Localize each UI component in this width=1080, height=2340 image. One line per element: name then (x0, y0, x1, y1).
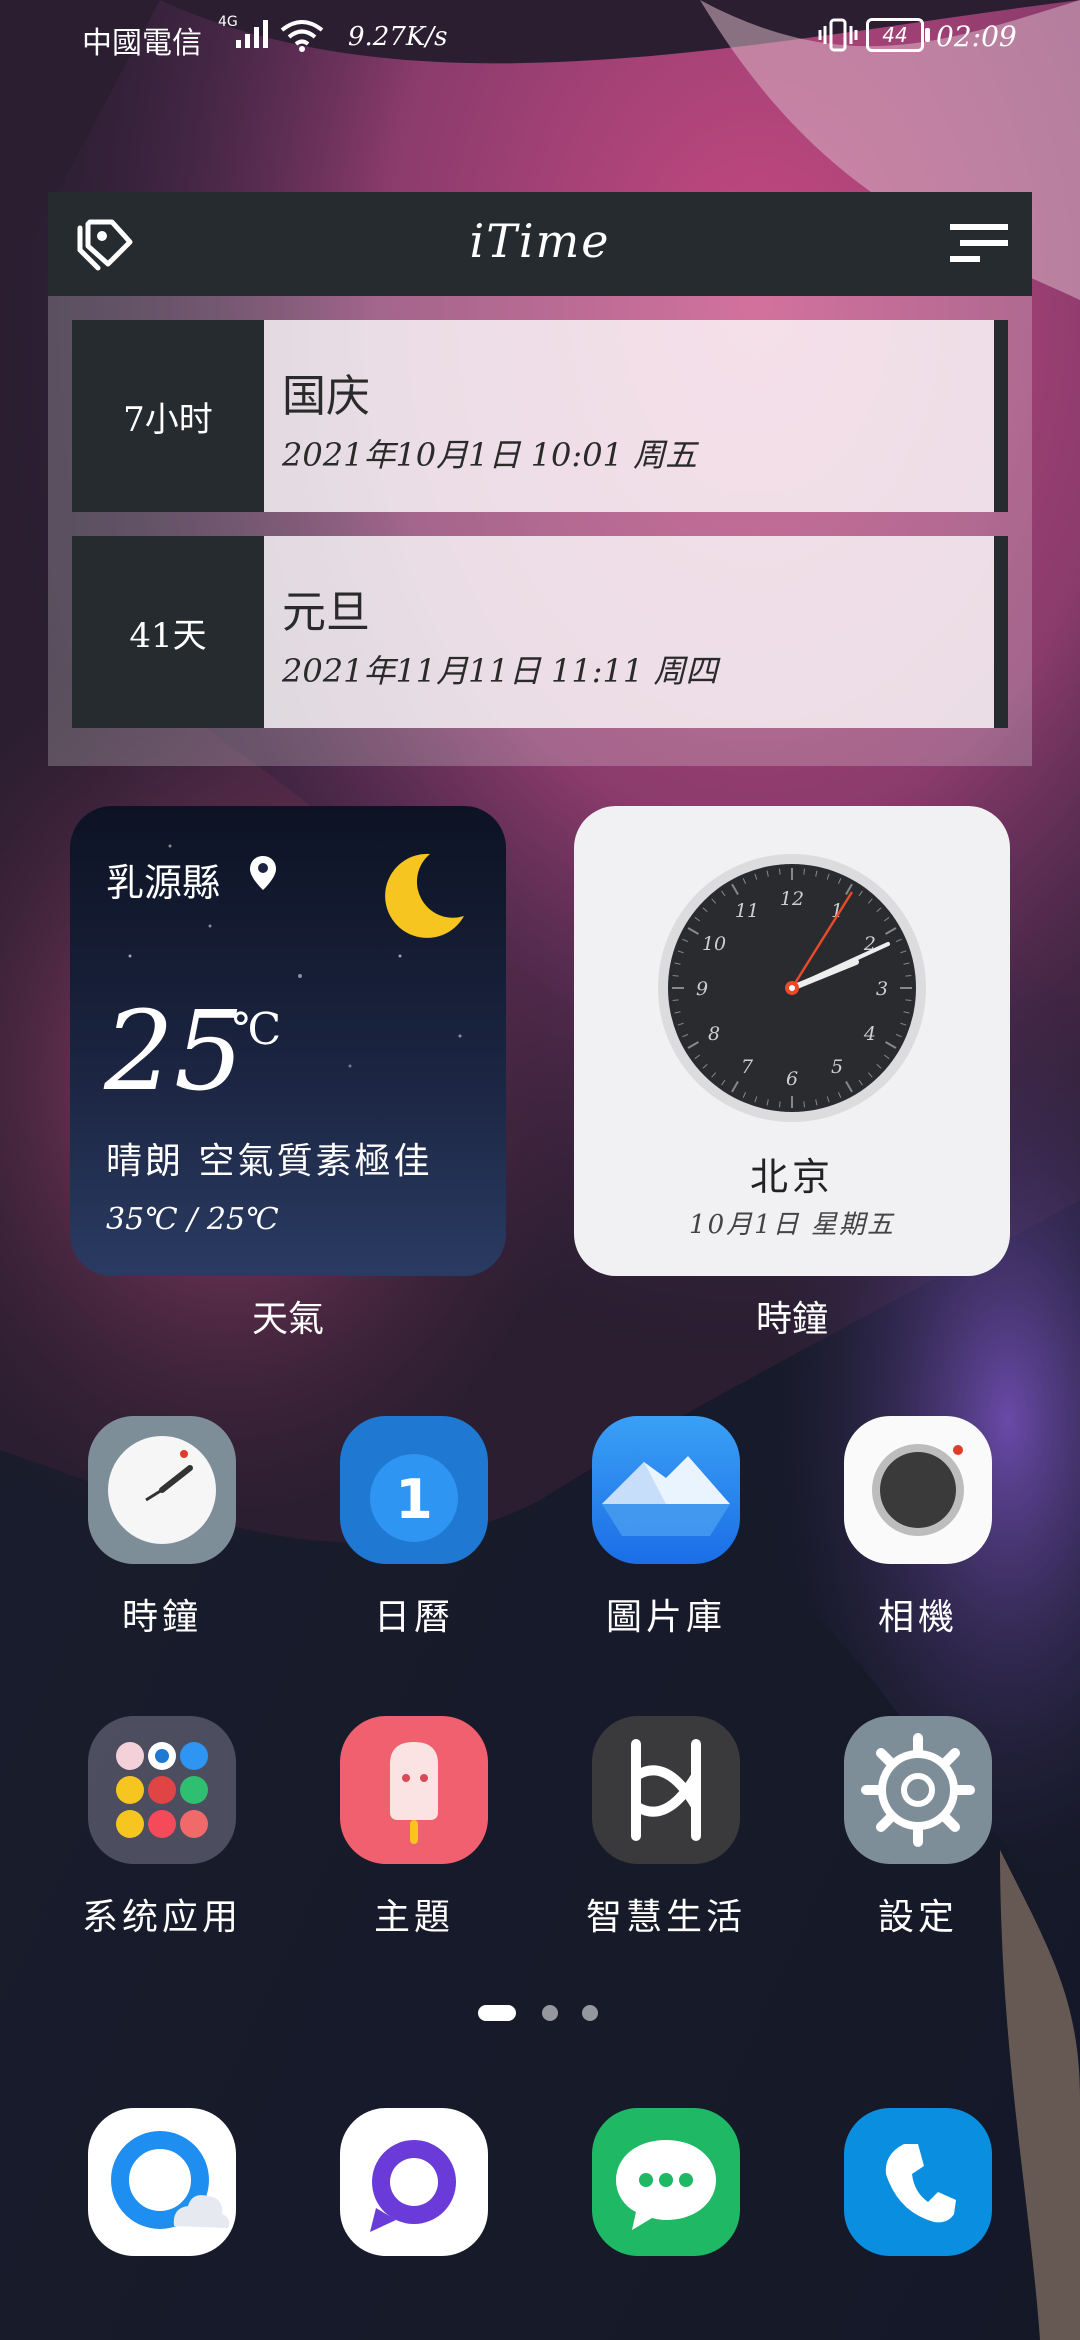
clock-date: 10月1日 星期五 (689, 1210, 895, 1240)
weather-widget[interactable]: 乳源縣 25 ℃ 晴朗 空氣質素極佳 35℃ / 25℃ (70, 806, 506, 1276)
clock-tick (803, 1101, 806, 1108)
app-settings[interactable]: 設定 (818, 1716, 1018, 1946)
sort-menu-icon[interactable] (950, 222, 1010, 266)
app-label: 設定 (877, 1897, 958, 1938)
weather-condition: 晴朗 空氣質素極佳 (106, 1141, 433, 1182)
page-dot[interactable] (542, 2005, 558, 2021)
battery-cap (925, 28, 930, 42)
event-date: 2021年10月1日 10:01 周五 (282, 436, 698, 474)
app-label: 系统应用 (81, 1897, 242, 1938)
weather-city: 乳源縣 (106, 861, 221, 905)
itime-title: iTime (469, 214, 611, 268)
app-smart-life[interactable]: 智慧生活 (566, 1716, 766, 1946)
app-camera[interactable]: 相機 (818, 1416, 1018, 1646)
app-gallery[interactable]: 圖片庫 (566, 1416, 766, 1646)
app-label: 日曆 (373, 1597, 454, 1638)
location-pin-icon (250, 856, 276, 890)
camera-icon[interactable] (844, 1416, 992, 1564)
calendar-date-number: 1 (395, 1468, 433, 1531)
clock-widget[interactable]: 12 1 2 3 4 5 6 7 8 9 10 11 北京 10月1日 星期五 (574, 806, 1010, 1276)
clock-dial-number: 4 (863, 1023, 876, 1045)
clock-tick (905, 999, 912, 1002)
analog-clock: 121234567891011 (658, 854, 926, 1122)
clock-dial-number: 11 (735, 900, 759, 922)
clock-tick (672, 974, 679, 977)
app-label: 時鐘 (121, 1597, 202, 1638)
battery-level: 44 (882, 23, 908, 47)
clock-tick (803, 868, 806, 875)
clock-dial-number: 3 (876, 978, 888, 1000)
clock-tick (905, 974, 912, 977)
clock-dial-number: 9 (696, 978, 708, 1000)
app-label: 圖片庫 (605, 1597, 726, 1638)
weather-temperature: 25 (104, 987, 244, 1115)
wifi-icon (280, 20, 324, 52)
clock-app-icon[interactable] (88, 1416, 236, 1564)
clock-dial-number: 8 (708, 1023, 720, 1045)
event-card[interactable]: 41天 元旦 2021年11月11日 11:11 周四 (72, 536, 1008, 728)
calendar-icon[interactable]: 1 (340, 1416, 488, 1564)
app-label: 相機 (877, 1597, 958, 1638)
moon-icon (385, 853, 464, 938)
clock-tick (672, 999, 679, 1002)
itime-header: iTime (48, 192, 1032, 296)
chat-icon[interactable] (592, 2108, 740, 2256)
carrier-label: 中國電信 (82, 26, 202, 61)
clock-dial-number: 7 (741, 1056, 754, 1078)
status-bar: 中國電信 4G 9.27K/s 44 02:09 (0, 0, 1080, 75)
folder-icon[interactable] (88, 1716, 236, 1864)
vibrate-icon (818, 18, 858, 52)
event-countdown: 7小时 (72, 320, 264, 512)
weather-widget-label: 天氣 (251, 1299, 324, 1340)
event-edge (994, 320, 1008, 512)
app-calendar[interactable]: 1 日曆 (314, 1416, 514, 1646)
smart-life-icon[interactable] (592, 1716, 740, 1864)
itime-widget[interactable]: iTime 7小时 国庆 2021年10月1日 10:01 周五 41天 元旦 … (48, 192, 1032, 766)
clock-tick (778, 868, 781, 875)
page-dot-active[interactable] (478, 2005, 516, 2021)
event-name: 国庆 (282, 371, 370, 422)
clock-tick (778, 1101, 781, 1108)
browser-icon[interactable] (88, 2108, 236, 2256)
clock-city: 北京 (749, 1155, 834, 1199)
clock-dial-number: 5 (831, 1056, 843, 1078)
event-name: 元旦 (282, 587, 370, 638)
app-folder-system[interactable]: 系统应用 (62, 1716, 262, 1946)
page-dot[interactable] (582, 2005, 598, 2021)
settings-icon[interactable] (844, 1716, 992, 1864)
clock-widget-label: 時鐘 (755, 1299, 828, 1340)
app-label: 主題 (373, 1897, 454, 1938)
event-edge (994, 536, 1008, 728)
messages-bubble-icon[interactable] (340, 2108, 488, 2256)
app-label: 智慧生活 (585, 1897, 746, 1938)
page-indicator[interactable] (478, 2003, 602, 2023)
event-date: 2021年11月11日 11:11 周四 (282, 652, 718, 690)
weather-range: 35℃ / 25℃ (106, 1202, 279, 1237)
app-clock[interactable]: 時鐘 (62, 1416, 262, 1646)
signal-icon (236, 20, 268, 48)
event-countdown: 41天 (72, 536, 264, 728)
battery-icon: 44 (866, 18, 924, 52)
weather-unit: ℃ (232, 1004, 282, 1055)
gallery-icon[interactable] (592, 1416, 740, 1564)
app-themes[interactable]: 主題 (314, 1716, 514, 1946)
event-card[interactable]: 7小时 国庆 2021年10月1日 10:01 周五 (72, 320, 1008, 512)
phone-icon[interactable] (844, 2108, 992, 2256)
clock-dial-number: 6 (786, 1068, 798, 1090)
network-speed-label: 9.27K/s (348, 22, 448, 52)
clock-dial-number: 10 (702, 933, 726, 955)
themes-icon[interactable] (340, 1716, 488, 1864)
status-time: 02:09 (936, 20, 1017, 53)
clock-dial-number: 12 (780, 888, 804, 910)
